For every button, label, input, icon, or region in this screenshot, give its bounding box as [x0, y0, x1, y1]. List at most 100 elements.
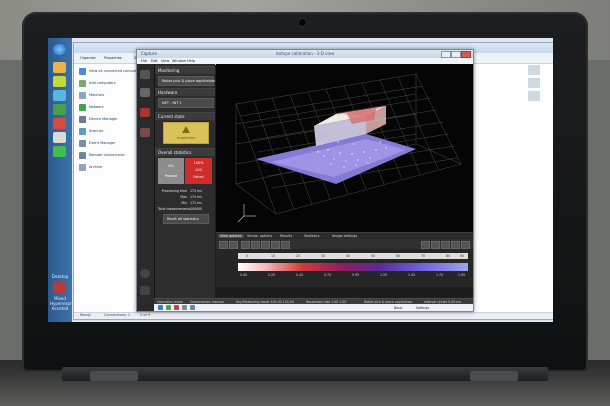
- document-icon[interactable]: [53, 132, 66, 143]
- tab-image-settings[interactable]: Image settings: [332, 234, 357, 238]
- overall-statistics-header: Overall statistics: [155, 148, 215, 156]
- crosshair-icon[interactable]: [281, 241, 290, 249]
- network-icon: [79, 104, 86, 111]
- app-icon[interactable]: [53, 282, 66, 293]
- status-text: Interval cycles 0.00 ms: [424, 299, 462, 304]
- stat-row: Processing time 174 ms: [161, 189, 202, 193]
- explorer-view-icons: [528, 65, 548, 125]
- state-icon[interactable]: [140, 108, 150, 117]
- statistics-icon[interactable]: [140, 128, 150, 137]
- view-2d-button[interactable]: [229, 241, 238, 249]
- hinge-tab: [90, 371, 138, 381]
- monitor-icon[interactable]: [140, 70, 150, 79]
- minimize-button[interactable]: [441, 51, 451, 58]
- tab-statistics[interactable]: Statistics: [304, 234, 320, 238]
- reset-view-icon[interactable]: [461, 241, 470, 249]
- toolbar-properties[interactable]: Properties: [104, 56, 122, 60]
- colorbar-label: 0.45: [296, 273, 304, 277]
- browser-icon[interactable]: [53, 90, 66, 101]
- grid-icon[interactable]: [261, 241, 270, 249]
- failed-box: 100% 100 Failed: [185, 158, 212, 184]
- menu-window[interactable]: Window: [172, 59, 186, 63]
- colorbar-gradient: [238, 263, 468, 271]
- fit-icon[interactable]: [431, 241, 440, 249]
- pan-icon[interactable]: [451, 241, 460, 249]
- passed-box: 0% Passed: [158, 158, 184, 184]
- toolbar-organize[interactable]: Organize: [80, 56, 96, 60]
- colorbar-label: 1.20: [380, 273, 388, 277]
- reset-statistics-button[interactable]: Reset all statistics: [163, 214, 209, 224]
- wrench-icon[interactable]: [140, 286, 150, 295]
- app-title: Isotope calibration - 3-D view: [275, 51, 335, 56]
- open-icon[interactable]: [190, 305, 195, 310]
- side-panel: Monitoring Robot pick & place applicatio…: [155, 64, 215, 311]
- hardware-icon[interactable]: [140, 88, 150, 97]
- save-icon[interactable]: [182, 305, 187, 310]
- scale-tick: 70: [421, 254, 426, 258]
- colorbar-label: 0.00: [240, 273, 248, 277]
- current-state-header: Current state: [155, 112, 215, 120]
- tab-view-options[interactable]: View options: [218, 233, 244, 238]
- run-icon[interactable]: [166, 305, 171, 310]
- start-button-icon[interactable]: [53, 44, 66, 55]
- folder-icon[interactable]: [53, 62, 66, 73]
- taskbar-label[interactable]: Desktop: [50, 274, 70, 279]
- close-button[interactable]: [461, 51, 471, 58]
- maximize-button[interactable]: [451, 51, 461, 58]
- gear-icon[interactable]: [140, 269, 150, 278]
- state-indicator: Inspection: [163, 122, 209, 144]
- colorbar-label: 0.20: [268, 273, 276, 277]
- warning-icon: [182, 126, 190, 133]
- app-bottom-toolbar: Basic Settings: [154, 304, 473, 311]
- hardware-header: Hardware: [155, 88, 215, 96]
- status-text: Key/Measuring mode 100.00 100.00: [236, 299, 294, 304]
- monitoring-header: Monitoring: [155, 66, 215, 74]
- app-titlebar: Capture Isotope calibration - 3-D view: [137, 50, 473, 58]
- menu-edit[interactable]: Edit: [151, 59, 158, 63]
- webcam: [298, 18, 307, 27]
- stop-icon[interactable]: [174, 305, 179, 310]
- tab-results[interactable]: Results: [280, 234, 292, 238]
- view-icon[interactable]: [528, 78, 540, 88]
- scale-tick: 80: [446, 254, 451, 258]
- view-icon[interactable]: [528, 91, 540, 101]
- app-icon-sidebar: [137, 64, 155, 311]
- monitor-icon: [79, 92, 86, 99]
- colorbar-label: 0.70: [324, 273, 332, 277]
- scale-tick: 60: [396, 254, 401, 258]
- colorbar-label: 1.70: [436, 273, 444, 277]
- scale-tick: 90: [460, 254, 465, 258]
- taskbar-label[interactable]: Mixed Hypervisor Assisted: [50, 296, 72, 311]
- settings-button[interactable]: Settings: [416, 306, 429, 310]
- point-icon[interactable]: [251, 241, 260, 249]
- colorbar-label: 1.45: [408, 273, 416, 277]
- basic-mode-button[interactable]: Basic: [394, 306, 402, 310]
- view-icon[interactable]: [528, 65, 540, 75]
- point-cloud-3d-view[interactable]: [216, 64, 473, 232]
- tab-sensor-options[interactable]: Sensor options: [247, 234, 272, 238]
- menu-help[interactable]: Help: [187, 59, 195, 63]
- scale-tick: 50: [371, 254, 376, 258]
- app-icon[interactable]: [158, 305, 163, 310]
- remote-icon: [79, 152, 86, 159]
- pdf-icon[interactable]: [53, 118, 66, 129]
- colorbar-label: 0.95: [352, 273, 360, 277]
- scale-tick: 0: [246, 254, 249, 258]
- app-icon[interactable]: [53, 76, 66, 87]
- zoom-icon[interactable]: [421, 241, 430, 249]
- tool-icon[interactable]: [53, 104, 66, 115]
- status-text: Operation mode: [157, 299, 183, 304]
- menu-file[interactable]: File: [141, 59, 147, 63]
- axis-icon[interactable]: [271, 241, 280, 249]
- menu-view[interactable]: View: [161, 59, 169, 63]
- scanner-icon: [79, 128, 86, 135]
- laptop-screen: Desktop Mixed Hypervisor Assisted Organi…: [48, 38, 553, 322]
- color-icon[interactable]: [241, 241, 250, 249]
- colorbar-label: 1.95: [458, 273, 466, 277]
- capture-icon[interactable]: [53, 146, 66, 157]
- rotate-icon[interactable]: [441, 241, 450, 249]
- view-3d-button[interactable]: [219, 241, 228, 249]
- robot-app-button[interactable]: Robot pick & place application: [158, 76, 215, 86]
- stat-row: Max 174 ms: [180, 195, 202, 199]
- hardware-button[interactable]: NET - INT 1: [158, 98, 214, 108]
